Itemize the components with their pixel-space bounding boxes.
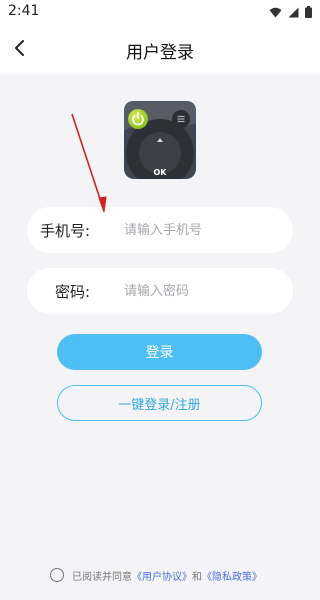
agreement-row: 已阅读并同意 《用户协议》 和 《隐私政策》 [50,566,262,584]
signal-icon [288,7,299,17]
page-title: 用户登录 [126,43,194,63]
phone-input[interactable] [124,218,284,242]
svg-text:OK: OK [154,168,168,177]
login-button[interactable]: 登录 [57,334,262,370]
remote-control-logo-icon: OK [124,101,196,179]
battery-icon [305,6,312,18]
privacy-policy-link[interactable]: 《隐私政策》 [202,568,262,583]
agreement-connector: 和 [192,571,202,583]
status-icons [269,6,312,18]
agreement-prefix: 已阅读并同意 [72,571,132,583]
status-bar: 2:41 [0,0,320,24]
password-field: 密码: [27,268,293,314]
status-time: 2:41 [8,3,40,19]
quick-login-register-button[interactable]: 一键登录/注册 [57,385,262,421]
user-agreement-link[interactable]: 《用户协议》 [132,568,192,583]
phone-field: 手机号: [27,207,293,253]
password-label: 密码: [55,283,91,301]
wifi-icon [269,7,282,17]
password-input[interactable] [124,279,284,303]
nav-bar: 用户登录 [0,24,320,74]
phone-label: 手机号: [40,222,91,240]
agreement-radio[interactable] [50,568,64,582]
